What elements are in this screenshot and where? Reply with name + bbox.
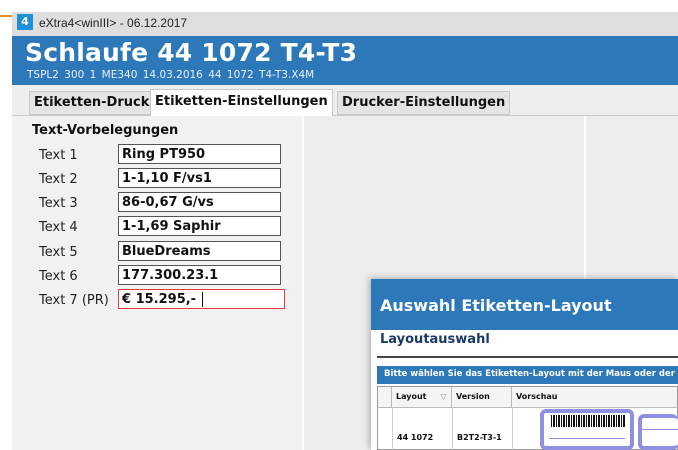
dialog-divider bbox=[377, 356, 678, 358]
text-1-input[interactable]: Ring PT950 bbox=[118, 144, 281, 164]
text-5-input[interactable]: BlueDreams bbox=[118, 241, 281, 261]
text-7-value: € 15.295,- bbox=[122, 292, 197, 307]
page-subtitle: TSPL2 300 1 ME340 14.03.2016 44 1072 T4-… bbox=[27, 69, 315, 81]
column-header-layout[interactable]: Layout ▽ bbox=[392, 387, 452, 407]
text-5-label: Text 5 bbox=[39, 245, 78, 260]
grid-col-divider bbox=[452, 407, 453, 450]
tab-label: Etiketten-Einstellungen bbox=[155, 94, 328, 109]
dialog-title: Auswahl Etiketten-Layout bbox=[380, 296, 612, 315]
label-preview-secondary[interactable] bbox=[638, 414, 678, 450]
text-3-label: Text 3 bbox=[39, 196, 78, 211]
text-4-input[interactable]: 1-1,69 Saphir bbox=[118, 216, 281, 236]
dialog-hint: Bitte wählen Sie das Etiketten-Layout mi… bbox=[384, 369, 675, 379]
tab-etiketten-druck[interactable]: Etiketten-Druck bbox=[29, 91, 155, 115]
tab-label: Drucker-Einstellungen bbox=[342, 95, 506, 110]
preview-line bbox=[642, 429, 678, 430]
text-4-label: Text 4 bbox=[39, 220, 78, 235]
section-title: Text-Vorbelegungen bbox=[32, 123, 179, 138]
grid-header-divider bbox=[377, 407, 678, 408]
text-6-input[interactable]: 177.300.23.1 bbox=[118, 265, 281, 285]
column-header-vorschau[interactable]: Vorschau bbox=[512, 387, 677, 407]
preview-line bbox=[549, 438, 625, 439]
sort-icon: ▽ bbox=[440, 392, 447, 401]
text-caret bbox=[202, 292, 204, 307]
grid-col-divider bbox=[512, 407, 513, 450]
column-header-version[interactable]: Version bbox=[452, 387, 512, 407]
app-icon: 4 bbox=[17, 14, 33, 30]
text-7-label: Text 7 (PR) bbox=[39, 293, 109, 308]
row-indicator-header bbox=[378, 387, 392, 407]
text-1-label: Text 1 bbox=[39, 148, 78, 163]
tab-label: Etiketten-Druck bbox=[34, 95, 150, 110]
page-title: Schlaufe 44 1072 T4-T3 bbox=[25, 38, 358, 67]
tab-drucker-einstellungen[interactable]: Drucker-Einstellungen bbox=[337, 91, 511, 115]
text-6-label: Text 6 bbox=[39, 269, 78, 284]
text-2-label: Text 2 bbox=[39, 172, 78, 187]
text-3-input[interactable]: 86-0,67 G/vs bbox=[118, 192, 281, 212]
version-cell[interactable]: B2T2-T3-1 bbox=[457, 433, 502, 442]
dialog-subtitle: Layoutauswahl bbox=[380, 332, 490, 347]
barcode-icon bbox=[551, 415, 625, 427]
window-title: eXtra4<winIII> - 06.12.2017 bbox=[39, 16, 188, 30]
layout-cell[interactable]: 44 1072 bbox=[397, 433, 433, 442]
text-2-input[interactable]: 1-1,10 F/vs1 bbox=[118, 168, 281, 188]
grid-col-divider bbox=[392, 407, 393, 450]
text-7-input[interactable]: € 15.295,- bbox=[118, 289, 285, 309]
tab-etiketten-einstellungen[interactable]: Etiketten-Einstellungen bbox=[150, 89, 333, 117]
